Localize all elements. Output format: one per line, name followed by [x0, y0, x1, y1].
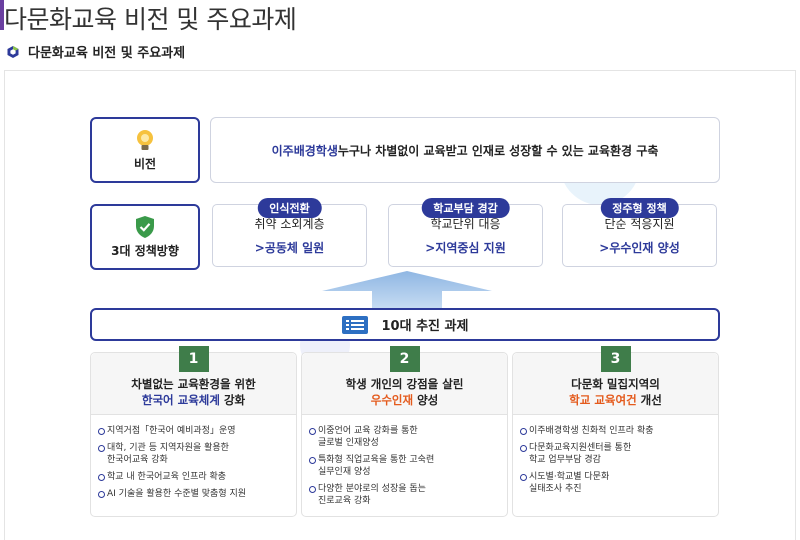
vision-text: 누구나 차별없이 교육받고 인재로 성장할 수 있는 교육환경 구축 [337, 143, 659, 158]
task-number: 2 [399, 351, 410, 367]
task-title-line: 한국어 교육체계 강화 [142, 392, 245, 408]
lightbulb-icon [137, 130, 153, 150]
task-item: 지역거점「한국어 예비과정」운영 [98, 425, 288, 437]
policy-sub: >공동체 일원 [254, 241, 325, 255]
task-title-rest: 개선 [636, 393, 662, 407]
policy-sub: >우수인재 양성 [599, 241, 680, 255]
policy-sub-text: 공동체 일원 [264, 241, 325, 255]
shield-check-icon [136, 216, 154, 238]
section-heading: 다문화교육 비전 및 주요과제 [6, 42, 185, 61]
policy-label: 3대 정책방향 [111, 244, 179, 258]
task-number-badge: 1 [178, 346, 209, 372]
task-title-rest: 양성 [413, 393, 439, 407]
policy-card: 정주형 정책 단순 적응지원 >우수인재 양성 [562, 198, 717, 267]
task-column: 다문화 밀집지역의 학교 교육여건 개선 3 이주배경학생 친화적 인프라 확충… [512, 346, 719, 517]
tasks-bar-label: 10대 추진 과제 [381, 319, 469, 334]
task-number-badge: 2 [389, 346, 420, 372]
tasks-bar: 10대 추진 과제 [90, 308, 720, 341]
task-number-badge: 3 [600, 346, 631, 372]
task-item: 특화형 직업교육을 통한 고숙련 실무인재 양성 [309, 454, 499, 478]
task-list: 지역거점「한국어 예비과정」운영 대학, 기관 등 지역자원을 활용한 한국어교… [91, 415, 296, 500]
task-item: 다문화교육지원센터를 통한 학교 업무부담 경감 [520, 442, 710, 466]
task-title-line: 우수인재 양성 [371, 392, 439, 408]
task-title-line: 다문화 밀집지역의 [571, 377, 660, 391]
document-list-icon [341, 315, 368, 334]
vision-label: 비전 [133, 157, 157, 171]
task-title-highlight: 한국어 교육체계 [141, 393, 220, 407]
policy-card: 인식전환 취약 소외계층 >공동체 일원 [212, 198, 367, 267]
policy-sub-text: 우수인재 양성 [609, 241, 680, 255]
title-accent-bar [0, 0, 4, 30]
task-item: 대학, 기관 등 지역자원을 활용한 한국어교육 강화 [98, 442, 288, 466]
task-number: 3 [610, 351, 621, 367]
vision-statement: 이주배경학생 누구나 차별없이 교육받고 인재로 성장할 수 있는 교육환경 구… [210, 117, 720, 183]
task-item: 시도별·학교별 다문화 실태조사 추진 [520, 471, 710, 495]
section-heading-text: 다문화교육 비전 및 주요과제 [28, 46, 186, 61]
task-title-rest: 강화 [219, 393, 246, 407]
task-item: 학교 내 한국어교육 인프라 확충 [98, 471, 288, 483]
task-item: 다양한 분야로의 성장을 돕는 진로교육 강화 [309, 483, 499, 507]
vision-highlight: 이주배경학생 [271, 143, 338, 158]
task-title-line: 학교 교육여건 개선 [569, 392, 662, 408]
up-arrow-icon [322, 271, 492, 309]
task-title-highlight: 우수인재 [370, 393, 414, 407]
policy-tag: 학교부담 경감 [421, 198, 510, 218]
page-title-text: 다문화교육 비전 및 주요과제 [4, 5, 297, 34]
policy-sub: >지역중심 지원 [425, 241, 506, 255]
page-title: 다문화교육 비전 및 주요과제 [0, 0, 297, 36]
task-list: 이주배경학생 친화적 인프라 확충 다문화교육지원센터를 통한 학교 업무부담 … [513, 415, 718, 495]
task-number: 1 [188, 351, 199, 367]
task-list: 이중언어 교육 강화를 통한 글로벌 인재양성 특화형 직업교육을 통한 고숙련… [302, 415, 507, 507]
policy-label-box: 3대 정책방향 [90, 204, 200, 270]
policy-card: 학교부담 경감 학교단위 대응 >지역중심 지원 [388, 198, 543, 267]
task-item: 이중언어 교육 강화를 통한 글로벌 인재양성 [309, 425, 499, 449]
policy-tag: 정주형 정책 [600, 198, 679, 218]
vision-label-box: 비전 [90, 117, 200, 183]
task-column: 학생 개인의 강점을 살린 우수인재 양성 2 이중언어 교육 강화를 통한 글… [301, 346, 508, 517]
task-title-highlight: 학교 교육여건 [569, 393, 637, 407]
policy-tag: 인식전환 [257, 198, 322, 218]
task-title-line: 차별없는 교육환경을 위한 [131, 377, 256, 391]
task-title-line: 학생 개인의 강점을 살린 [345, 377, 464, 391]
policy-sub-text: 지역중심 지원 [435, 241, 506, 255]
task-item: AI 기술을 활용한 수준별 맞춤형 지원 [98, 488, 288, 500]
task-column: 차별없는 교육환경을 위한 한국어 교육체계 강화 1 지역거점「한국어 예비과… [90, 346, 297, 517]
hexagon-bullet-icon [7, 45, 19, 58]
task-item: 이주배경학생 친화적 인프라 확충 [520, 425, 710, 437]
